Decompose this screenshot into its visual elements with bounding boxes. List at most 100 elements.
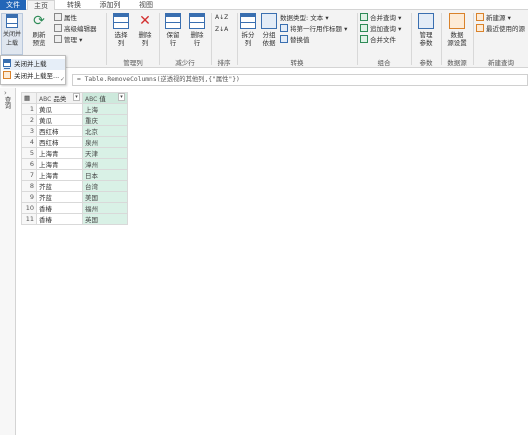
cell-value[interactable]: 泉州: [82, 136, 128, 148]
table-row[interactable]: 3 西红柿 北京: [21, 125, 128, 137]
filter-dropdown-icon[interactable]: ▾: [73, 93, 80, 101]
cell-category[interactable]: 黄瓜: [36, 103, 83, 115]
cell-category[interactable]: 香椿: [36, 213, 83, 225]
table-row[interactable]: 5 上海青 天津: [21, 147, 128, 159]
table-row[interactable]: 11 香椿 英国: [21, 213, 128, 225]
manage-icon: [54, 35, 62, 43]
advanced-editor-button[interactable]: 高级编辑器: [54, 24, 97, 34]
group-transform: 拆分 列 分组 依据 数据类型: 文本 ▾ 将第一行用作标题 ▾ 替换值 转换: [238, 10, 356, 68]
remove-columns-button[interactable]: ✕ 删除 列: [134, 13, 156, 47]
column-header-category[interactable]: ABC 品类 ▾: [36, 92, 83, 104]
menu-item-close-load-to-label: 关闭并上载至...: [14, 72, 60, 80]
split-column-button[interactable]: 拆分 列: [238, 13, 258, 47]
group-manage-columns: 选择 列 ✕ 删除 列 管理列: [108, 10, 158, 68]
formula-expand-icon[interactable]: ✓: [60, 76, 70, 85]
group-label-data-sources: 数据源: [447, 59, 467, 67]
cell-value[interactable]: 天津: [82, 147, 128, 159]
group-by-icon: [261, 13, 277, 29]
grid-corner-button[interactable]: ▦: [21, 92, 37, 104]
tab-transform[interactable]: 转换: [60, 0, 88, 10]
column-header-value[interactable]: ABC 值 ▾: [82, 92, 128, 104]
column-header-value-label: 值: [99, 95, 106, 103]
parameters-icon: [418, 13, 434, 29]
combine-files-label: 合并文件: [370, 36, 396, 44]
cell-value[interactable]: 日本: [82, 169, 128, 181]
cell-category[interactable]: 西红柿: [36, 125, 83, 137]
row-number: 2: [21, 114, 37, 126]
cell-category[interactable]: 西红柿: [36, 136, 83, 148]
group-by-button[interactable]: 分组 依据: [259, 13, 279, 47]
advanced-editor-icon: [54, 24, 62, 32]
cell-category[interactable]: 黄瓜: [36, 114, 83, 126]
group-reduce-rows: 保留 行 删除 行 减少行: [160, 10, 210, 68]
tab-view[interactable]: 视图: [132, 0, 160, 10]
tab-home[interactable]: 主页: [27, 0, 55, 10]
table-row[interactable]: 4 西红柿 泉州: [21, 136, 128, 148]
table-row[interactable]: 7 上海青 日本: [21, 169, 128, 181]
first-row-headers-button[interactable]: 将第一行用作标题 ▾: [280, 24, 347, 34]
merge-queries-icon: [360, 13, 368, 21]
close-load-icon: [3, 59, 11, 69]
menu-item-close-load[interactable]: 关闭并上载: [3, 59, 65, 70]
group-label-manage-columns: 管理列: [123, 59, 143, 67]
cell-value[interactable]: 台湾: [82, 180, 128, 192]
cell-category[interactable]: 上海青: [36, 169, 83, 181]
append-queries-icon: [360, 24, 368, 32]
table-row[interactable]: 10 香椿 福州: [21, 202, 128, 214]
replace-values-button[interactable]: 替换值: [280, 35, 310, 45]
cell-value[interactable]: 重庆: [82, 114, 128, 126]
cell-category[interactable]: 芥蓝: [36, 191, 83, 203]
cell-value[interactable]: 漳州: [82, 158, 128, 170]
sort-descending-button[interactable]: Z↓A: [215, 25, 228, 34]
group-label-sort: 排序: [217, 59, 231, 67]
new-source-button[interactable]: 新建源 ▾: [476, 13, 511, 23]
choose-columns-button[interactable]: 选择 列: [110, 13, 132, 47]
cell-category[interactable]: 上海青: [36, 147, 83, 159]
cell-category[interactable]: 香椿: [36, 202, 83, 214]
tab-file[interactable]: 文件: [0, 0, 26, 10]
merge-queries-button[interactable]: 合并查询 ▾: [360, 13, 401, 23]
table-row[interactable]: 2 黄瓜 重庆: [21, 114, 128, 126]
data-source-settings-label: 数据 源设置: [447, 31, 467, 47]
recent-sources-icon: [476, 24, 484, 32]
formula-bar[interactable]: = Table.RemoveColumns(逆透视的其他列,{"属性"}): [72, 74, 528, 86]
cell-value[interactable]: 英国: [82, 213, 128, 225]
combine-files-button[interactable]: 合并文件: [360, 35, 396, 45]
row-number: 6: [21, 158, 37, 170]
cell-value[interactable]: 北京: [82, 125, 128, 137]
manage-button[interactable]: 管理 ▾: [54, 35, 82, 45]
properties-icon: [54, 13, 62, 21]
properties-button[interactable]: 属性: [54, 13, 77, 23]
cell-value[interactable]: 福州: [82, 202, 128, 214]
append-queries-button[interactable]: 追加查询 ▾: [360, 24, 401, 34]
tab-add-column[interactable]: 添加列: [92, 0, 128, 10]
cell-category[interactable]: 上海青: [36, 158, 83, 170]
properties-label: 属性: [64, 14, 77, 22]
type-text-icon: ABC: [85, 96, 98, 103]
remove-rows-button[interactable]: 删除 行: [186, 13, 208, 47]
menu-item-close-load-to[interactable]: 关闭并上载至...: [3, 71, 59, 82]
refresh-preview-button[interactable]: ⟳ 刷新 预览: [28, 13, 50, 47]
cell-value[interactable]: 美国: [82, 191, 128, 203]
cell-category[interactable]: 芥蓝: [36, 180, 83, 192]
remove-rows-label: 删除 行: [190, 31, 204, 47]
table-row[interactable]: 6 上海青 漳州: [21, 158, 128, 170]
recent-sources-button[interactable]: 最近使用的源: [476, 24, 525, 34]
table-row[interactable]: 1 黄瓜 上海: [21, 103, 128, 115]
row-number: 3: [21, 125, 37, 137]
filter-dropdown-icon[interactable]: ▾: [118, 93, 125, 101]
data-source-settings-button[interactable]: 数据 源设置: [444, 13, 470, 47]
queries-pane[interactable]: › 查询: [0, 88, 16, 435]
cell-value[interactable]: 上海: [82, 103, 128, 115]
manage-parameters-button[interactable]: 管理 参数: [414, 13, 438, 47]
table-row[interactable]: 8 芥蓝 台湾: [21, 180, 128, 192]
choose-columns-label: 选择 列: [114, 31, 128, 47]
new-source-icon: [476, 13, 484, 21]
advanced-editor-label: 高级编辑器: [64, 25, 97, 33]
table-row[interactable]: 9 芥蓝 美国: [21, 191, 128, 203]
data-type-dropdown[interactable]: 数据类型: 文本 ▾: [280, 14, 329, 23]
sort-ascending-button[interactable]: A↓Z: [215, 13, 228, 22]
manage-label: 管理: [64, 36, 77, 44]
keep-rows-button[interactable]: 保留 行: [162, 13, 184, 47]
close-and-load-button[interactable]: 关闭并 上载: [1, 13, 23, 55]
